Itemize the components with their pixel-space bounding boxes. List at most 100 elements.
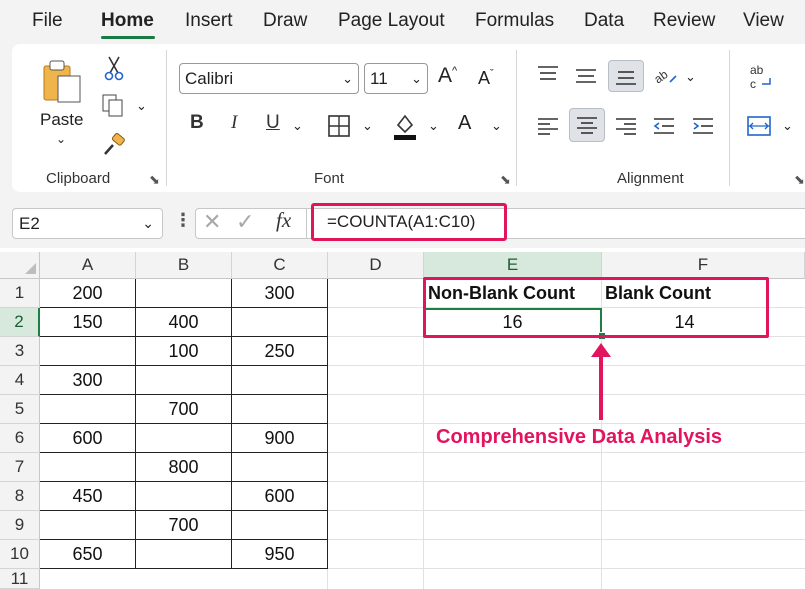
cell-b2[interactable]: 400: [136, 308, 231, 337]
bottom-align-icon[interactable]: [608, 60, 644, 92]
annotation-arrow: [599, 352, 603, 420]
tab-view[interactable]: View: [743, 10, 784, 32]
row-header-3[interactable]: 3: [0, 337, 40, 366]
paste-label[interactable]: Paste: [40, 110, 83, 130]
menu-bar: File Home Insert Draw Page Layout Formul…: [0, 0, 805, 44]
cell-c1[interactable]: 300: [232, 279, 327, 308]
bold-button[interactable]: B: [190, 112, 204, 134]
gridline: [328, 394, 805, 395]
clipboard-group-label: Clipboard: [46, 170, 111, 187]
orientation-icon[interactable]: ab: [652, 62, 678, 88]
middle-align-icon[interactable]: [574, 66, 598, 86]
tab-home[interactable]: Home: [101, 10, 154, 32]
font-launcher-icon[interactable]: ⬊: [500, 172, 511, 188]
chevron-down-icon: ⌄: [342, 71, 353, 86]
align-right-icon[interactable]: [614, 116, 638, 136]
cell-c10[interactable]: 950: [232, 540, 327, 569]
increase-font-size-icon[interactable]: A^: [438, 64, 457, 88]
paste-chevron-icon[interactable]: ⌄: [56, 132, 66, 146]
paste-icon[interactable]: [40, 56, 86, 106]
cell-a6[interactable]: 600: [40, 424, 135, 453]
font-size-select[interactable]: 11 ⌄: [364, 63, 428, 94]
row-header-6[interactable]: 6: [0, 424, 40, 453]
column-header-a[interactable]: A: [40, 252, 136, 279]
align-center-icon[interactable]: [569, 108, 605, 142]
group-separator: [729, 50, 730, 186]
copy-icon[interactable]: [100, 93, 126, 119]
tab-formulas[interactable]: Formulas: [475, 10, 554, 32]
column-header-c[interactable]: C: [232, 252, 328, 279]
underline-button[interactable]: U: [266, 112, 280, 134]
cut-icon[interactable]: [104, 55, 124, 81]
cell-a1[interactable]: 200: [40, 279, 135, 308]
row-header-10[interactable]: 10: [0, 540, 40, 569]
cell-b9[interactable]: 700: [136, 511, 231, 540]
gridline: [328, 365, 805, 366]
enter-check-icon[interactable]: ✓: [236, 209, 254, 235]
font-color-chevron-icon[interactable]: ⌄: [491, 118, 502, 134]
underline-chevron-icon[interactable]: ⌄: [292, 118, 303, 134]
fill-color-icon[interactable]: [392, 111, 418, 141]
font-size-value: 11: [370, 69, 388, 88]
alignment-launcher-icon[interactable]: ⬊: [794, 172, 805, 188]
name-box[interactable]: E2 ⌄: [12, 208, 163, 239]
increase-indent-icon[interactable]: [691, 116, 715, 136]
cell-a10[interactable]: 650: [40, 540, 135, 569]
result-highlight-box: [423, 277, 769, 338]
formula-highlight-box: [311, 203, 507, 241]
tab-review[interactable]: Review: [653, 10, 715, 32]
cell-b5[interactable]: 700: [136, 395, 231, 424]
cell-b3[interactable]: 100: [136, 337, 231, 366]
tab-file[interactable]: File: [32, 10, 63, 32]
column-header-b[interactable]: B: [136, 252, 232, 279]
align-left-icon[interactable]: [536, 116, 560, 136]
borders-icon[interactable]: [327, 114, 351, 138]
gridline: [328, 539, 805, 540]
font-name-select[interactable]: Calibri ⌄: [179, 63, 359, 94]
svg-text:ab: ab: [652, 67, 671, 86]
fill-color-chevron-icon[interactable]: ⌄: [428, 118, 439, 134]
row-header-1[interactable]: 1: [0, 279, 40, 308]
copy-chevron-icon[interactable]: ⌄: [136, 98, 147, 114]
row-header-11[interactable]: 11: [0, 569, 40, 589]
clipboard-launcher-icon[interactable]: ⬊: [149, 172, 160, 188]
merge-center-icon[interactable]: [746, 114, 772, 138]
decrease-indent-icon[interactable]: [652, 116, 676, 136]
group-separator: [166, 50, 167, 186]
cancel-icon[interactable]: ✕: [203, 209, 221, 235]
row-header-8[interactable]: 8: [0, 482, 40, 511]
select-all-triangle-icon: [25, 263, 36, 274]
decrease-font-size-icon[interactable]: Aˇ: [478, 68, 494, 89]
wrap-text-icon[interactable]: ab c: [748, 62, 774, 92]
row-header-7[interactable]: 7: [0, 453, 40, 482]
cell-b7[interactable]: 800: [136, 453, 231, 482]
tab-draw[interactable]: Draw: [263, 10, 307, 32]
tab-data[interactable]: Data: [584, 10, 624, 32]
orientation-chevron-icon[interactable]: ⌄: [685, 69, 696, 85]
gridline: [327, 568, 328, 589]
cell-a4[interactable]: 300: [40, 366, 135, 395]
gridline: [328, 452, 805, 453]
cell-c3[interactable]: 250: [232, 337, 327, 366]
insert-function-icon[interactable]: fx: [276, 208, 291, 233]
column-header-f[interactable]: F: [602, 252, 805, 279]
tab-page-layout[interactable]: Page Layout: [338, 10, 445, 32]
cell-c8[interactable]: 600: [232, 482, 327, 511]
font-color-icon[interactable]: A: [458, 112, 471, 135]
more-options-icon[interactable]: ⋮: [174, 210, 192, 231]
row-header-9[interactable]: 9: [0, 511, 40, 540]
cell-c6[interactable]: 900: [232, 424, 327, 453]
borders-chevron-icon[interactable]: ⌄: [362, 118, 373, 134]
top-align-icon[interactable]: [536, 64, 560, 84]
cell-a2[interactable]: 150: [40, 308, 135, 337]
column-header-e[interactable]: E: [424, 252, 602, 279]
italic-button[interactable]: I: [231, 112, 237, 134]
column-header-d[interactable]: D: [328, 252, 424, 279]
row-header-2[interactable]: 2: [0, 308, 40, 337]
row-header-4[interactable]: 4: [0, 366, 40, 395]
merge-chevron-icon[interactable]: ⌄: [782, 118, 793, 134]
row-header-5[interactable]: 5: [0, 395, 40, 424]
format-painter-icon[interactable]: [101, 133, 127, 157]
cell-a8[interactable]: 450: [40, 482, 135, 511]
tab-insert[interactable]: Insert: [185, 10, 233, 32]
